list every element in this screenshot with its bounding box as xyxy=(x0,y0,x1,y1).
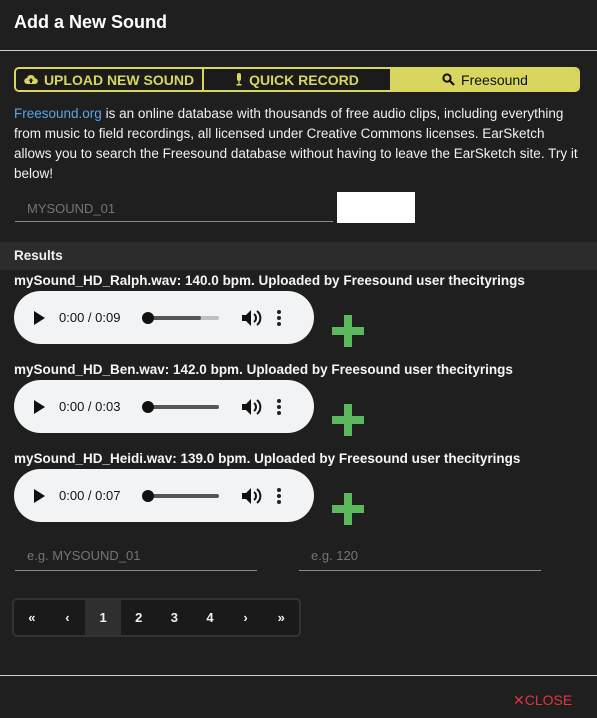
audio-seek-slider[interactable] xyxy=(142,400,219,413)
pagination-last[interactable]: » xyxy=(263,600,299,635)
add-sound-icon[interactable] xyxy=(332,493,364,525)
more-options-icon[interactable] xyxy=(277,487,281,504)
volume-icon[interactable] xyxy=(241,487,263,505)
footer-divider xyxy=(0,675,597,676)
result-item: mySound_HD_Heidi.wav: 139.0 bpm. Uploade… xyxy=(14,451,594,525)
result-item: mySound_HD_Ben.wav: 142.0 bpm. Uploaded … xyxy=(14,362,594,436)
audio-player: 0:00 / 0:03 xyxy=(14,380,314,433)
freesound-description: Freesound.org is an online database with… xyxy=(14,104,584,184)
tab-upload-label: UPLOAD NEW SOUND xyxy=(43,71,195,88)
close-label: CLOSE xyxy=(524,692,573,708)
close-button[interactable]: ✕CLOSE xyxy=(513,692,572,709)
sound-name-input[interactable] xyxy=(15,541,257,571)
tab-quick-record-label: QUICK RECORD xyxy=(249,71,359,88)
microphone-icon xyxy=(236,73,242,86)
close-icon: ✕ xyxy=(513,692,525,708)
pagination-page-4[interactable]: 4 xyxy=(192,600,228,635)
results-header: Results xyxy=(0,242,597,270)
freesound-link[interactable]: Freesound.org xyxy=(14,106,102,121)
result-item: mySound_HD_Ralph.wav: 140.0 bpm. Uploade… xyxy=(14,273,594,347)
audio-seek-knob[interactable] xyxy=(142,400,154,413)
more-options-icon[interactable] xyxy=(277,398,281,415)
play-icon[interactable] xyxy=(34,310,45,325)
volume-icon[interactable] xyxy=(241,309,263,327)
audio-time: 0:00 / 0:09 xyxy=(59,310,121,325)
pagination-page-1[interactable]: 1 xyxy=(85,600,121,635)
add-sound-icon[interactable] xyxy=(332,315,364,347)
result-label: mySound_HD_Ralph.wav: 140.0 bpm. Uploade… xyxy=(14,273,525,288)
freesound-search-input[interactable] xyxy=(15,196,333,222)
tab-freesound[interactable]: Freesound xyxy=(392,69,578,90)
audio-player: 0:00 / 0:09 xyxy=(14,291,314,344)
audio-seek-knob[interactable] xyxy=(142,489,154,502)
search-button[interactable] xyxy=(337,192,415,223)
tab-upload-new-sound[interactable]: UPLOAD NEW SOUND xyxy=(16,69,204,90)
audio-time: 0:00 / 0:07 xyxy=(59,488,121,503)
header-divider xyxy=(0,50,597,51)
audio-time: 0:00 / 0:03 xyxy=(59,399,121,414)
audio-seek-fill xyxy=(147,315,201,320)
tab-quick-record[interactable]: QUICK RECORD xyxy=(204,69,392,90)
volume-icon[interactable] xyxy=(241,398,263,416)
tab-freesound-label: Freesound xyxy=(461,71,528,88)
pagination-next[interactable]: › xyxy=(228,600,264,635)
audio-seek-knob[interactable] xyxy=(142,311,154,324)
audio-player: 0:00 / 0:07 xyxy=(14,469,314,522)
pagination-first[interactable]: « xyxy=(14,600,50,635)
result-label: mySound_HD_Heidi.wav: 139.0 bpm. Uploade… xyxy=(14,451,521,466)
source-tabs: UPLOAD NEW SOUND QUICK RECORD Freesound xyxy=(14,67,580,92)
more-options-icon[interactable] xyxy=(277,309,281,326)
audio-seek-slider[interactable] xyxy=(142,311,219,324)
play-icon[interactable] xyxy=(34,488,45,503)
audio-seek-fill xyxy=(147,404,219,409)
tempo-input[interactable] xyxy=(299,541,541,571)
result-label: mySound_HD_Ben.wav: 142.0 bpm. Uploaded … xyxy=(14,362,513,377)
pagination: « ‹ 1 2 3 4 › » xyxy=(12,598,301,637)
cloud-upload-icon xyxy=(24,74,38,84)
pagination-prev[interactable]: ‹ xyxy=(50,600,86,635)
add-sound-icon[interactable] xyxy=(332,404,364,436)
dialog-title: Add a New Sound xyxy=(14,12,167,32)
pagination-page-3[interactable]: 3 xyxy=(157,600,193,635)
search-icon xyxy=(442,73,455,86)
audio-seek-fill xyxy=(147,493,219,498)
audio-seek-slider[interactable] xyxy=(142,489,219,502)
play-icon[interactable] xyxy=(34,399,45,414)
pagination-page-2[interactable]: 2 xyxy=(121,600,157,635)
